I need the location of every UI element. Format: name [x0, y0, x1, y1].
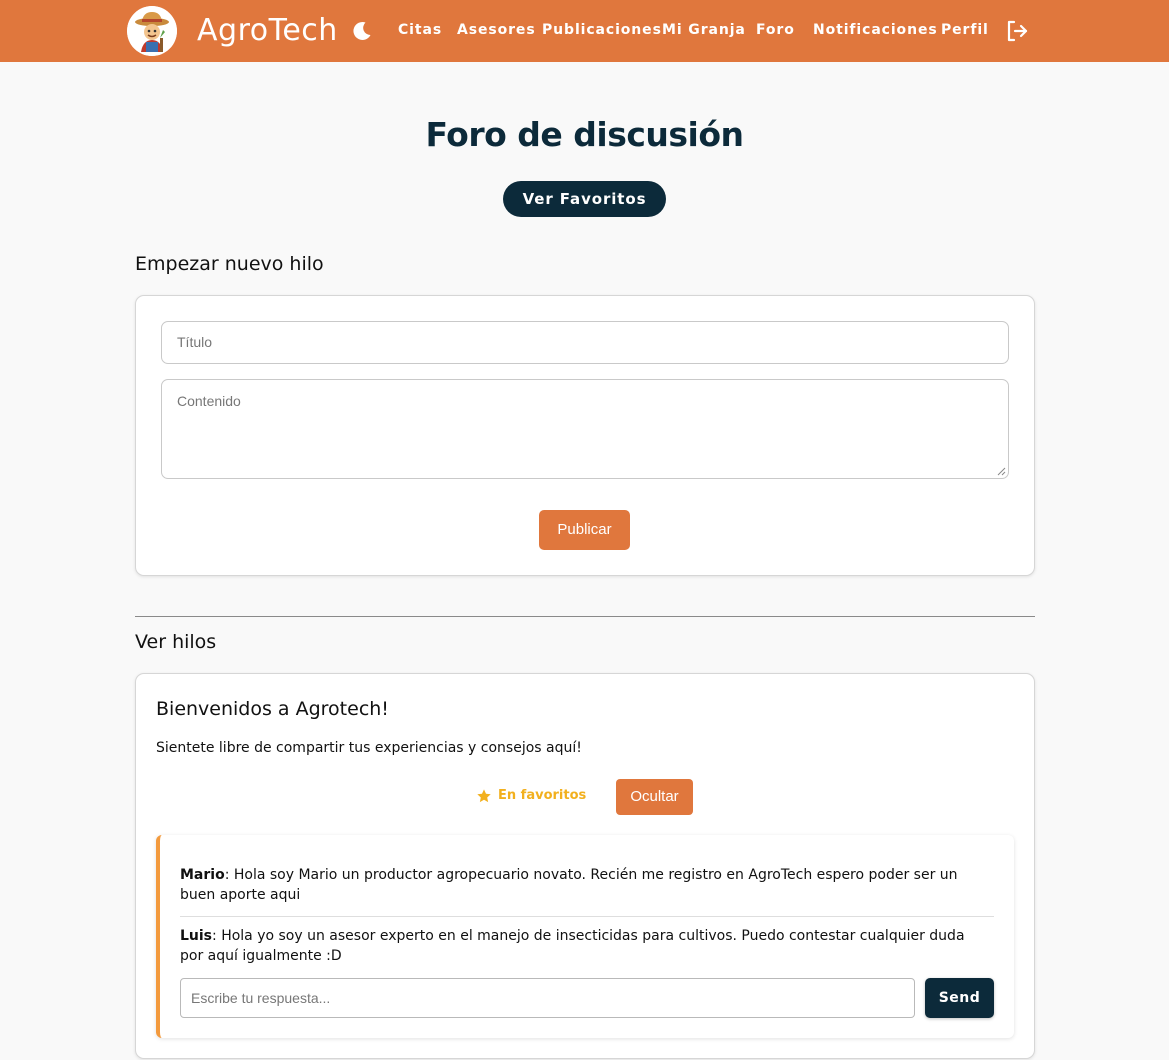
new-thread-heading: Empezar nuevo hilo — [135, 253, 324, 275]
brand-title[interactable]: AgroTech — [197, 12, 338, 50]
hide-thread-button[interactable]: Ocultar — [616, 779, 693, 815]
moon-icon[interactable] — [351, 20, 373, 42]
page-title: Foro de discusión — [425, 115, 744, 154]
nav-link-citas[interactable]: Citas — [398, 21, 442, 39]
navbar: AgroTech Citas Asesores Publicaciones Mi… — [0, 0, 1169, 62]
thread-body: Sientete libre de compartir tus experien… — [156, 740, 582, 756]
section-divider — [135, 616, 1035, 617]
favorite-label: En favoritos — [498, 788, 587, 803]
reply-author: Luis — [180, 928, 213, 944]
reply-input[interactable]: Escribe tu respuesta... — [180, 978, 915, 1018]
threads-heading: Ver hilos — [135, 631, 217, 653]
nav-link-publicaciones[interactable]: Publicaciones — [542, 21, 662, 39]
send-reply-button[interactable]: Send — [925, 978, 994, 1018]
reply-text: : Hola soy Mario un productor agropecuar… — [180, 867, 958, 903]
view-favorites-button[interactable]: Ver Favoritos — [503, 181, 666, 217]
nav-link-notificaciones[interactable]: Notificaciones — [813, 21, 938, 39]
reply-item: Mario: Hola soy Mario un productor agrop… — [180, 865, 980, 905]
star-icon — [477, 789, 491, 803]
reply-item: Luis: Hola yo soy un asesor experto en e… — [180, 926, 980, 966]
thread-title-input[interactable]: Título — [161, 321, 1009, 364]
reply-divider — [180, 916, 994, 917]
farmer-mascot-icon[interactable] — [127, 6, 177, 56]
thread-content-placeholder: Contenido — [177, 393, 241, 409]
nav-link-perfil[interactable]: Perfil — [941, 21, 989, 39]
nav-link-foro[interactable]: Foro — [756, 21, 795, 39]
nav-link-mi-granja[interactable]: Mi Granja — [662, 21, 746, 39]
nav-link-asesores[interactable]: Asesores — [457, 21, 536, 39]
publish-button[interactable]: Publicar — [539, 510, 630, 550]
thread-content-textarea[interactable]: Contenido — [161, 379, 1009, 479]
logout-icon[interactable] — [1005, 19, 1029, 43]
resize-handle-icon[interactable] — [997, 467, 1006, 476]
thread-title: Bienvenidos a Agrotech! — [156, 698, 389, 720]
reply-author: Mario — [180, 867, 225, 883]
reply-text: : Hola yo soy un asesor experto en el ma… — [180, 928, 965, 964]
